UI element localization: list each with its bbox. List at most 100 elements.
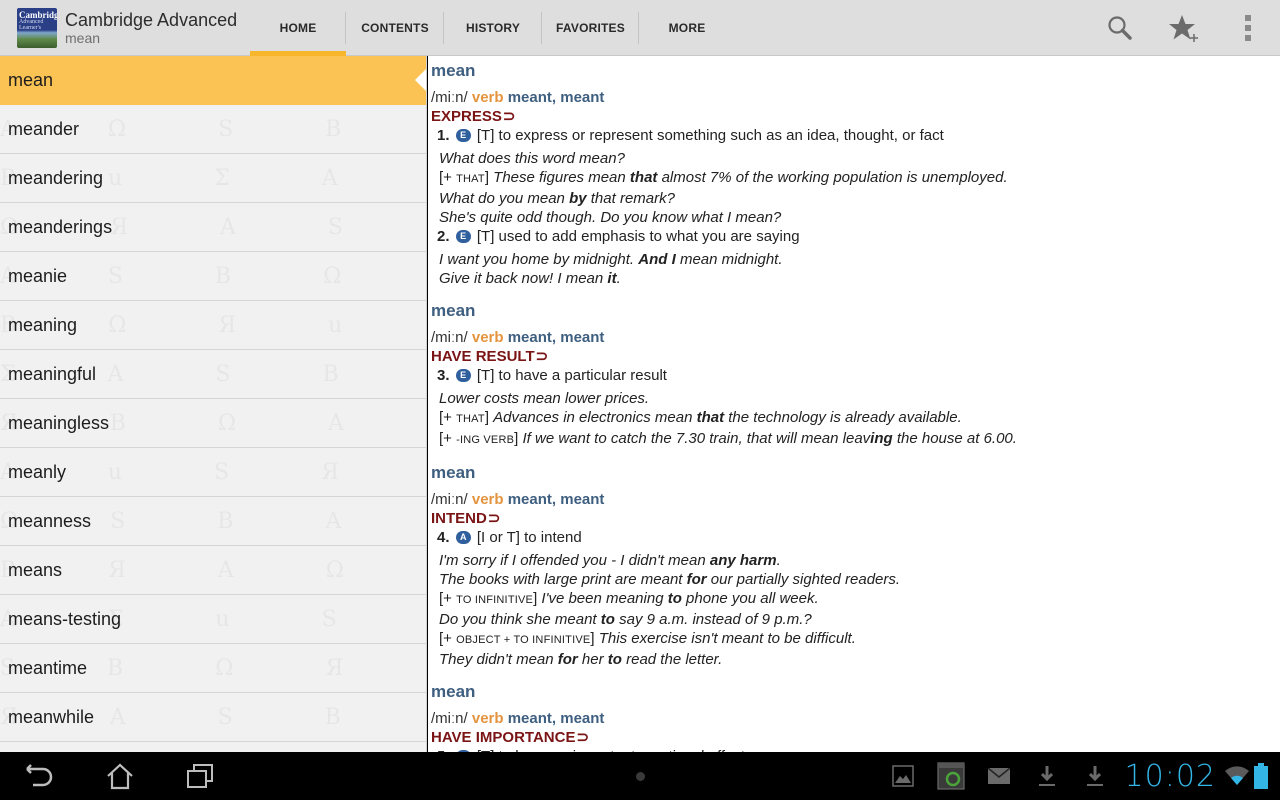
guide-word-label: HAVE RESULT — [431, 348, 535, 365]
search-button[interactable] — [1088, 0, 1152, 56]
back-button[interactable] — [0, 752, 80, 800]
battery-icon — [1254, 763, 1268, 789]
sense-number: 4. — [437, 529, 450, 546]
example-text: . — [616, 270, 621, 287]
entry-pane[interactable]: mean/miːn/ verb meant, meant EXPRESS⊃ 1. E… — [428, 56, 1280, 752]
tab-home[interactable]: HOME — [250, 0, 346, 56]
add-favorite-button[interactable] — [1152, 0, 1216, 56]
definition: to express or represent something such a… — [498, 127, 944, 144]
tab-contents[interactable]: CONTENTS — [346, 0, 444, 56]
download-notification[interactable] — [1071, 752, 1119, 800]
pronunciation: /miːn/ — [431, 710, 468, 727]
example-text: I've been meaning — [541, 590, 668, 607]
grammar-pattern: [+ -ING VERB] — [439, 430, 523, 447]
word-list[interactable]: Σ ʒ A Ω B S Я u Σ A B Ω A Ω S B Я u A S … — [0, 56, 427, 752]
guide-word[interactable]: INTEND⊃ — [431, 509, 1280, 528]
example-sentence: The books with large print are meant for… — [439, 570, 1280, 589]
word-list-item[interactable]: meanly — [0, 448, 426, 497]
grammar-code: [T] — [476, 367, 495, 384]
word-list-item[interactable]: meanie — [0, 252, 426, 301]
sense: 3. E [T] to have a particular result — [431, 366, 1280, 385]
example-text: This exercise isn't meant to be difficul… — [598, 630, 856, 647]
word-list-item[interactable]: means-testing — [0, 595, 426, 644]
definition: to intend — [524, 529, 582, 546]
entry-block: mean/miːn/ verb meant, meant EXPRESS⊃ 1. E… — [431, 60, 1280, 288]
word-list-item[interactable]: meanderings — [0, 203, 426, 252]
home-button[interactable] — [80, 752, 160, 800]
example-keyword: to — [607, 651, 622, 668]
app-title: Cambridge Advanced — [65, 9, 238, 30]
example-text: The books with large print are meant — [439, 571, 687, 588]
grammar-pattern: [+ THAT] — [439, 169, 494, 186]
tab-favorites[interactable]: FAVORITES — [542, 0, 639, 56]
word-list-item[interactable]: meaningless — [0, 399, 426, 448]
overflow-menu-button[interactable] — [1216, 0, 1280, 56]
app-update-notification-icon — [936, 762, 965, 790]
notification-tray[interactable]: 10:02 — [879, 752, 1280, 800]
sense-number: 2. — [437, 228, 450, 245]
email-notification[interactable] — [975, 752, 1023, 800]
guide-word[interactable]: EXPRESS⊃ — [431, 107, 1280, 126]
tab-label: HOME — [279, 21, 317, 35]
word-list-item[interactable]: means — [0, 546, 426, 595]
tab-more[interactable]: MORE — [639, 0, 735, 56]
example-text: mean midnight. — [675, 251, 783, 268]
example-keyword: ing — [870, 430, 893, 447]
clock[interactable]: 10:02 — [1125, 759, 1216, 794]
headword[interactable]: mean — [431, 681, 1280, 703]
app-identity[interactable]: Cambridge Advanced Learner's Cambridge A… — [0, 0, 250, 55]
headword[interactable]: mean — [431, 60, 1280, 82]
definition: used to add emphasis to what you are say… — [498, 228, 800, 245]
app-update-notification[interactable] — [927, 752, 975, 800]
guide-word[interactable]: HAVE RESULT⊃ — [431, 347, 1280, 366]
example-text: I'm sorry if I offended you - I didn't m… — [439, 552, 710, 569]
word-label: meantime — [8, 658, 88, 678]
word-label: meanderings — [8, 217, 113, 237]
inflected-forms[interactable]: meant, meant — [508, 329, 605, 346]
guide-word[interactable]: HAVE IMPORTANCE⊃ — [431, 728, 1280, 747]
pronunciation-line: /miːn/ verb meant, meant — [431, 709, 1280, 728]
tab-history[interactable]: HISTORY — [444, 0, 542, 56]
word-label: means-testing — [8, 609, 122, 629]
download-notification[interactable] — [1023, 752, 1071, 800]
word-label: meander — [8, 119, 80, 139]
word-list-item[interactable]: mean — [0, 56, 426, 105]
level-badge-icon: E — [455, 369, 471, 382]
grammar-pattern-label: THAT — [456, 173, 485, 185]
gallery-notification-icon — [891, 765, 914, 787]
examples: What does this word mean? [+ THAT] These … — [431, 149, 1280, 227]
headword[interactable]: mean — [431, 462, 1280, 484]
example-keyword: that — [629, 169, 658, 186]
guide-word-arrow-icon: ⊃ — [487, 510, 501, 527]
example-sentence: [+ TO INFINITIVE] I've been meaning to p… — [439, 589, 1280, 610]
download-notification-icon — [1038, 766, 1055, 786]
grammar-code: [T] — [476, 228, 495, 245]
grammar-pattern-label: TO INFINITIVE — [456, 594, 534, 606]
word-list-item[interactable]: meantime — [0, 644, 426, 693]
recent-apps-button[interactable] — [160, 752, 240, 800]
headword[interactable]: mean — [431, 300, 1280, 322]
word-list-item[interactable]: meanwhile — [0, 693, 426, 742]
pronunciation: /miːn/ — [431, 329, 468, 346]
word-label: meandering — [8, 168, 104, 188]
inflected-forms[interactable]: meant, meant — [508, 89, 605, 106]
inflected-forms[interactable]: meant, meant — [508, 710, 605, 727]
word-list-item[interactable]: meander — [0, 105, 426, 154]
home-icon — [107, 763, 133, 790]
word-label: meanly — [8, 462, 67, 482]
word-list-item[interactable]: meandering — [0, 154, 426, 203]
examples: I want you home by midnight. And I mean … — [431, 250, 1280, 288]
guide-word-label: HAVE IMPORTANCE — [431, 729, 576, 746]
example-keyword: it — [607, 270, 617, 287]
example-text: that remark? — [586, 190, 675, 207]
word-list-item[interactable]: meaningful — [0, 350, 426, 399]
download-notification-icon — [1086, 766, 1103, 786]
gallery-notification[interactable] — [879, 752, 927, 800]
example-text: Do you think she meant — [439, 611, 601, 628]
example-sentence: [+ THAT] These figures mean that almost … — [439, 168, 1280, 189]
example-text: I want you home by midnight. — [439, 251, 639, 268]
word-list-item[interactable]: meaning — [0, 301, 426, 350]
guide-word-arrow-icon: ⊃ — [576, 729, 590, 746]
inflected-forms[interactable]: meant, meant — [508, 491, 605, 508]
word-list-item[interactable]: meanness — [0, 497, 426, 546]
